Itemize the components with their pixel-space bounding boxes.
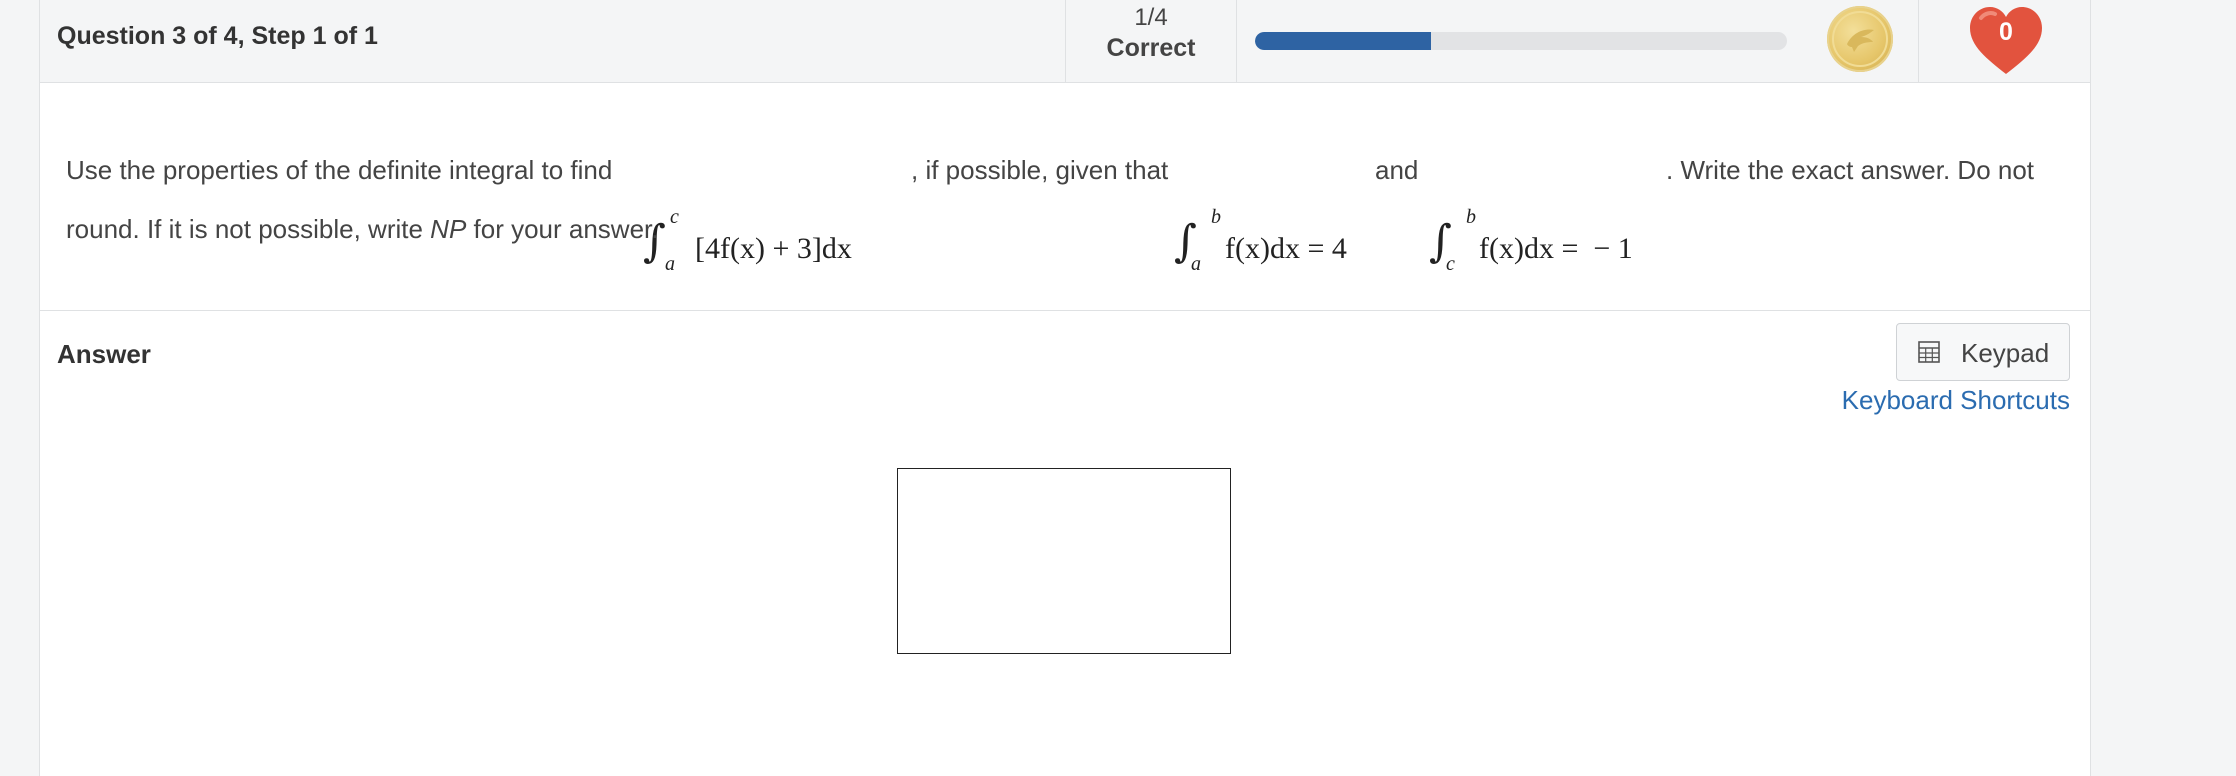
progress-fill [1255, 32, 1431, 50]
integral-2-expression: f(x)dx = 4 [1225, 232, 1347, 265]
question-card: Question 3 of 4, Step 1 of 1 1/4 Correct… [39, 0, 2091, 776]
integral-3-upper: b [1466, 206, 1476, 228]
question-text-part1: Use the properties of the definite integ… [66, 155, 613, 185]
score-panel: 1/4 Correct [1065, 0, 1237, 82]
question-line2-part2: for your answer. [466, 214, 659, 244]
integral-2-upper: b [1211, 206, 1221, 228]
header-divider [1918, 0, 1919, 82]
question-header: Question 3 of 4, Step 1 of 1 1/4 Correct… [40, 0, 2090, 83]
question-line-2: round. If it is not possible, write NP f… [66, 214, 659, 245]
question-line2-part1: round. If it is not possible, write [66, 214, 431, 244]
keyboard-shortcuts-link[interactable]: Keyboard Shortcuts [1840, 385, 2070, 416]
integral-1-lower: a [665, 253, 675, 275]
question-title: Question 3 of 4, Step 1 of 1 [57, 22, 378, 50]
calculator-icon [1918, 341, 1940, 363]
np-term: NP [430, 214, 467, 244]
eagle-coin-icon[interactable] [1827, 6, 1893, 72]
keypad-label: Keypad [1961, 338, 2050, 368]
progress-bar [1255, 32, 1787, 50]
integral-3-lower: c [1446, 253, 1455, 275]
question-body: Use the properties of the definite integ… [40, 83, 2090, 311]
score-fraction: 1/4 [1134, 4, 1168, 31]
answer-label: Answer [57, 339, 151, 369]
score-label: Correct [1106, 34, 1196, 62]
integral-1-integrand: [4f(x) + 3]dx [695, 232, 852, 265]
answer-input[interactable] [897, 468, 1231, 654]
integral-1-upper: c [670, 206, 679, 228]
question-text-part2: , if possible, given that [911, 155, 1169, 185]
keypad-button[interactable]: Keypad [1896, 323, 2070, 381]
hearts-count: 0 [1999, 18, 2013, 46]
question-text-part3: . Write the exact answer. Do not [1666, 155, 2035, 185]
question-text-and: and [1375, 155, 1419, 185]
integral-2-lower: a [1191, 253, 1201, 275]
integral-3-expression: f(x)dx = − 1 [1479, 232, 1633, 265]
question-line-1: Use the properties of the definite integ… [66, 155, 612, 186]
